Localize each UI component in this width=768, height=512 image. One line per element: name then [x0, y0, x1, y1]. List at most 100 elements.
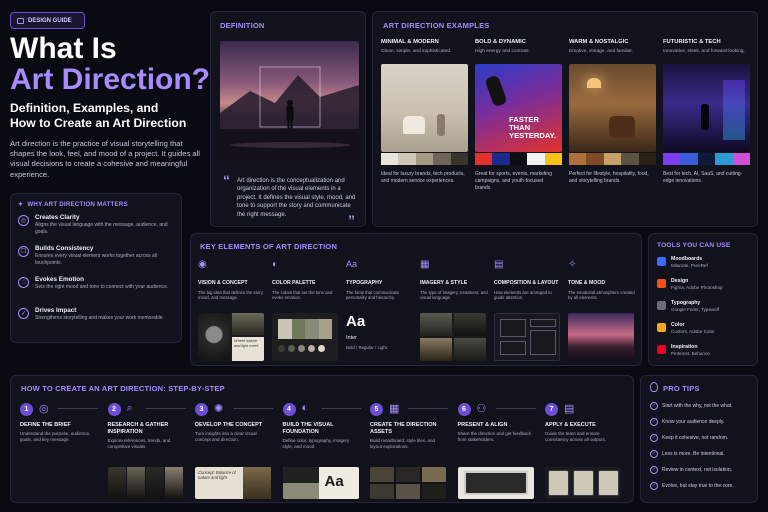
tip-text: Keep it cohesive, not random.: [662, 435, 729, 441]
example-title: MINIMAL & MODERN: [381, 39, 439, 45]
search-icon: ⌕: [126, 402, 133, 414]
example-image: [381, 64, 468, 152]
element-title: COLOR PALETTE: [272, 280, 316, 286]
why-item-title: Builds Consistency: [35, 245, 94, 252]
tool-title: Design: [671, 278, 689, 284]
step-card: 1 ◎ DEFINE THE BRIEF Understand the purpose…: [20, 403, 104, 501]
photo-tile: [396, 483, 420, 499]
step-visual: [370, 467, 446, 499]
eye-icon: ◉: [198, 259, 207, 270]
layout-block: [530, 330, 556, 355]
color-swatch: [381, 153, 399, 165]
step-desc: Define color, typography, imagery style,…: [282, 438, 350, 449]
grid-icon: ▦: [420, 259, 430, 270]
examples-card: ART DIRECTION EXAMPLES MINIMAL & MODERN C…: [372, 11, 758, 227]
city-illustration: [723, 80, 745, 140]
step-desc: Build moodboard, style tiles, and layout…: [370, 438, 436, 449]
example-desc: Great for sports, events, marketing camp…: [475, 171, 552, 191]
step-desc: Explore references, trends, and competit…: [107, 438, 171, 449]
tool-item: Inspiration Pinterest, Behance: [657, 344, 755, 364]
color-swatch: [586, 153, 604, 165]
tools-heading: TOOLS YOU CAN USE: [657, 242, 731, 249]
poster-line: YESTERDAY.: [509, 131, 556, 140]
element-visual: [272, 313, 338, 361]
element-desc: The colors that set the tone and evoke e…: [272, 290, 333, 301]
example-image: [663, 64, 750, 152]
step-title: RESEARCH & GATHER INSPIRATION: [108, 422, 169, 436]
definition-card: DEFINITION “ Art direction is the concep…: [210, 11, 366, 228]
color-swatch: [732, 153, 751, 165]
color-swatch: [697, 153, 716, 165]
color-swatch: [492, 153, 510, 165]
photo-tile: [370, 467, 394, 482]
example-card: MINIMAL & MODERN Clean, simple, and sophi…: [381, 39, 469, 224]
why-card: ✦ WHY ART DIRECTION MATTERS ◎ Creates Cla…: [10, 193, 182, 343]
step-arrow-icon: [145, 408, 186, 409]
tip-text: Know your audience deeply.: [662, 419, 725, 425]
tool-logo-icon: [657, 345, 666, 354]
concept-note: Where nature and light meet.: [232, 337, 264, 361]
color-swatch: [291, 319, 305, 339]
check-circle-icon: ✓: [650, 434, 658, 442]
example-image: [569, 64, 656, 152]
intro-text: Art direction is the practice of visual …: [10, 139, 200, 179]
check-circle-icon: ✓: [650, 418, 658, 426]
step-title: BUILD THE VISUAL FOUNDATION: [283, 422, 334, 436]
heart-icon: ♡: [18, 277, 29, 288]
slide-frame: [463, 471, 528, 495]
example-title: FUTURISTIC & TECH: [663, 39, 721, 45]
step-number: 5: [370, 403, 383, 416]
color-swatch: [663, 153, 681, 165]
photo-tile: [422, 467, 446, 482]
vase-illustration: [437, 114, 445, 136]
photo-tile: [454, 313, 486, 336]
step-number: 7: [545, 403, 558, 416]
step-arrow-icon: [233, 408, 273, 409]
example-swatches: [663, 153, 751, 165]
example-desc: Best for tech, AI, SaaS, and cutting-edg…: [663, 171, 743, 184]
step-card: 6 ⚇ PRESENT & ALIGN Share the direction and…: [457, 403, 542, 501]
photo-tile: [422, 483, 446, 499]
step-visual: [457, 467, 534, 499]
device-frame: [573, 470, 594, 496]
why-item-desc: Sets the right mood and tone to connect …: [35, 284, 169, 290]
tool-desc: Pinterest, Behance: [671, 351, 710, 356]
layout-block: [500, 319, 526, 337]
tip-item: ✓ Know your audience deeply.: [650, 418, 754, 430]
tip-text: Evolve, but stay true to the core.: [662, 483, 734, 489]
step-card: 2 ⌕ RESEARCH & GATHER INSPIRATION Explore re…: [107, 402, 192, 501]
element-card: Aa TYPOGRAPHY The fonts that communicate p…: [346, 259, 416, 363]
chair-illustration: [403, 116, 425, 134]
element-card: ▤ COMPOSITION & LAYOUT How elements are ar…: [494, 259, 564, 363]
why-item: ♡ Evokes Emotion Sets the right mood and t…: [18, 276, 178, 306]
definition-image: [220, 41, 359, 161]
tool-item: Color Coolors, Adobe Color: [657, 322, 755, 342]
design-guide-badge: DESIGN GUIDE: [10, 12, 85, 29]
step-title-line: CREATE THE DIRECTION: [370, 422, 437, 428]
step-card: 3 ✺ DEVELOP THE CONCEPT Turn insights into …: [195, 403, 279, 501]
why-item-desc: Strengthens storytelling and makes your …: [35, 315, 164, 321]
key-elements-heading: KEY ELEMENTS OF ART DIRECTION: [200, 242, 338, 251]
book-icon: [17, 17, 24, 24]
definition-quote: Art direction is the conceptualization a…: [237, 178, 356, 218]
color-swatch: [544, 153, 563, 165]
element-title: TYPOGRAPHY: [346, 280, 383, 286]
steps-card: HOW TO CREATE AN ART DIRECTION: STEP-BY-…: [10, 375, 634, 503]
step-number: 6: [457, 403, 471, 416]
element-desc: The big idea that defines the story, moo…: [198, 290, 264, 301]
color-swatch: [527, 153, 545, 165]
example-image: FASTER THAN YESTERDAY.: [475, 64, 562, 152]
tool-title: Inspiration: [671, 344, 698, 350]
swatch-block: [282, 467, 319, 499]
element-visual: [568, 313, 634, 361]
device-frame: [598, 470, 619, 496]
color-swatch: [603, 153, 622, 165]
tool-logo-icon: [657, 323, 666, 332]
photo-tile: [198, 313, 230, 361]
layout-block: [500, 341, 526, 355]
color-swatch: [305, 319, 319, 339]
step-title-line: DEVELOP THE CONCEPT: [195, 422, 263, 428]
check-circle-icon: ✓: [650, 402, 658, 410]
type-sample: Aa: [346, 313, 366, 330]
step-card: 7 ▤ APPLY & EXECUTE Guide the team and ensu…: [545, 403, 629, 501]
